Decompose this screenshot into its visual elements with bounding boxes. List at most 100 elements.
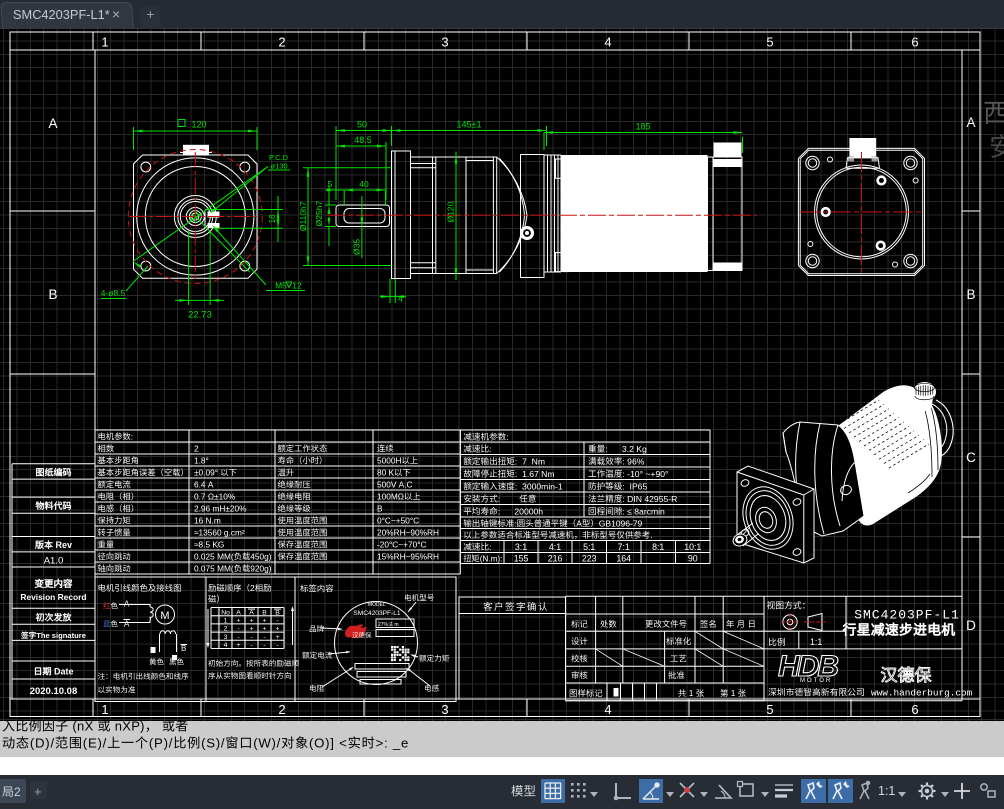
svg-text:nXP): nXP) — [111, 719, 145, 734]
svg-text:4:1: 4:1 — [549, 542, 561, 552]
svg-text:Date: Date — [52, 667, 74, 677]
svg-text:B: B — [967, 287, 976, 302]
svg-text:≈8.5 KG: ≈8.5 KG — [194, 539, 224, 549]
svg-text:A: A — [124, 620, 130, 629]
svg-text:12: 12 — [292, 281, 302, 291]
svg-text:+: + — [34, 784, 42, 799]
svg-text:+: + — [147, 7, 155, 22]
svg-text:5000H: 5000H — [377, 455, 401, 465]
svg-text:18: 18 — [268, 214, 277, 223]
svg-text::: : — [489, 444, 491, 454]
svg-text:-: - — [250, 634, 252, 641]
svg-text:2: 2 — [278, 702, 285, 717]
svg-text:-: - — [276, 642, 278, 649]
svg-text:5: 5 — [766, 35, 773, 50]
svg-text::: : — [131, 431, 133, 441]
svg-text:: ≤ 8arcmin: : ≤ 8arcmin — [622, 506, 665, 516]
svg-text:Ø25h7: Ø25h7 — [314, 201, 324, 227]
svg-text:D: D — [966, 618, 976, 633]
svg-text:1: 1 — [686, 688, 695, 698]
svg-text:Ø110h7: Ø110h7 — [298, 201, 308, 231]
svg-text:1: 1 — [101, 702, 108, 717]
svg-text:100MΩ: 100MΩ — [377, 491, 404, 501]
svg-text:+: + — [263, 626, 267, 633]
svg-text:: 7 Nm: : 7 Nm — [515, 456, 545, 466]
svg-text:B: B — [262, 609, 267, 616]
svg-text:0°C~+50°C: 0°C~+50°C — [377, 515, 419, 525]
svg-text:40: 40 — [359, 179, 369, 189]
svg-text:(W)/: (W)/ — [253, 736, 281, 751]
svg-text:15%RH~95%RH: 15%RH~95%RH — [377, 551, 439, 561]
svg-text:+: + — [237, 642, 241, 649]
svg-text:: DIN 42955-R: : DIN 42955-R — [622, 494, 677, 504]
svg-text:×: × — [112, 6, 120, 22]
svg-text:2: 2 — [194, 443, 199, 453]
svg-text:50: 50 — [357, 120, 367, 130]
svg-text:: 20000h: : 20000h — [498, 506, 544, 516]
svg-text:2020.10.08: 2020.10.08 — [30, 686, 78, 697]
svg-text:M5: M5 — [275, 281, 287, 291]
svg-text:500V A.C: 500V A.C — [377, 479, 413, 489]
svg-text:1: 1 — [224, 618, 228, 625]
svg-text:(D)/: (D)/ — [30, 736, 55, 751]
svg-text:: 3.2 Kg: : 3.2 Kg — [605, 444, 647, 454]
svg-text:-20°C~+70°C: -20°C~+70°C — [377, 539, 427, 549]
svg-text:-: - — [250, 642, 252, 649]
svg-text:5: 5 — [328, 179, 333, 189]
svg-text:4-ø8.5: 4-ø8.5 — [101, 288, 126, 298]
svg-text:216: 216 — [548, 553, 563, 563]
svg-text:155: 155 — [514, 553, 529, 563]
svg-text:223: 223 — [582, 553, 597, 563]
svg-text:22.73: 22.73 — [188, 310, 212, 321]
svg-text:: 96%: : 96% — [622, 456, 644, 466]
svg-text:3: 3 — [441, 35, 448, 50]
svg-text:2: 2 — [224, 626, 228, 633]
svg-text::: : — [498, 494, 520, 504]
svg-text:≈13560 g.cm²: ≈13560 g.cm² — [194, 527, 245, 537]
svg-text:: IP65: : IP65 — [622, 481, 647, 491]
svg-text:(S)/: (S)/ — [201, 736, 225, 751]
svg-text:920g): 920g) — [250, 563, 271, 573]
svg-text:5:1: 5:1 — [583, 542, 595, 552]
svg-text:Ø35: Ø35 — [352, 239, 362, 255]
svg-text:4: 4 — [398, 294, 403, 304]
svg-text:B: B — [49, 287, 58, 302]
svg-text:-: - — [263, 642, 265, 649]
svg-text:8:1: 8:1 — [652, 542, 664, 552]
svg-text:0.075 MM(: 0.075 MM( — [194, 563, 234, 573]
svg-text:90: 90 — [688, 553, 698, 563]
svg-text:10:1: 10:1 — [684, 542, 701, 552]
svg-text:+: + — [276, 634, 280, 641]
svg-text::: : — [489, 542, 491, 552]
svg-text:2: 2 — [14, 785, 21, 799]
svg-text:A: A — [49, 116, 58, 131]
svg-text:120: 120 — [192, 120, 207, 130]
svg-text:+: + — [250, 626, 254, 633]
svg-text:C: C — [966, 450, 976, 465]
svg-text:ø130: ø130 — [271, 162, 288, 171]
svg-text:20%RH~90%RH: 20%RH~90%RH — [377, 527, 439, 537]
svg-text:M: M — [160, 610, 169, 622]
svg-text:SMC4203PF-L1: SMC4203PF-L1 — [854, 608, 960, 623]
svg-text:4: 4 — [224, 642, 228, 649]
svg-text:3: 3 — [224, 634, 228, 641]
svg-text:>: _e: >: _e — [376, 736, 409, 751]
svg-text::: : — [506, 432, 508, 442]
svg-text:B: B — [377, 503, 383, 513]
svg-text:(nX: (nX — [69, 719, 98, 734]
svg-text:-: - — [237, 626, 239, 633]
svg-text:-: - — [276, 618, 278, 625]
svg-text:1.8°: 1.8° — [194, 455, 209, 465]
svg-text:: 1.67 Nm: : 1.67 Nm — [515, 469, 555, 479]
svg-text:48.5: 48.5 — [354, 135, 372, 145]
svg-text:4: 4 — [604, 35, 611, 50]
svg-text:16 N.m: 16 N.m — [194, 515, 221, 525]
svg-text:1: 1 — [101, 35, 108, 50]
svg-text:Ø120: Ø120 — [446, 201, 456, 222]
svg-text:6: 6 — [911, 35, 918, 50]
svg-text:.: . — [650, 530, 652, 540]
svg-text:-: - — [237, 634, 239, 641]
svg-text:: 3000min-1: : 3000min-1 — [515, 481, 563, 491]
svg-text:MODEL: MODEL — [368, 602, 386, 608]
svg-text:-: - — [263, 634, 265, 641]
